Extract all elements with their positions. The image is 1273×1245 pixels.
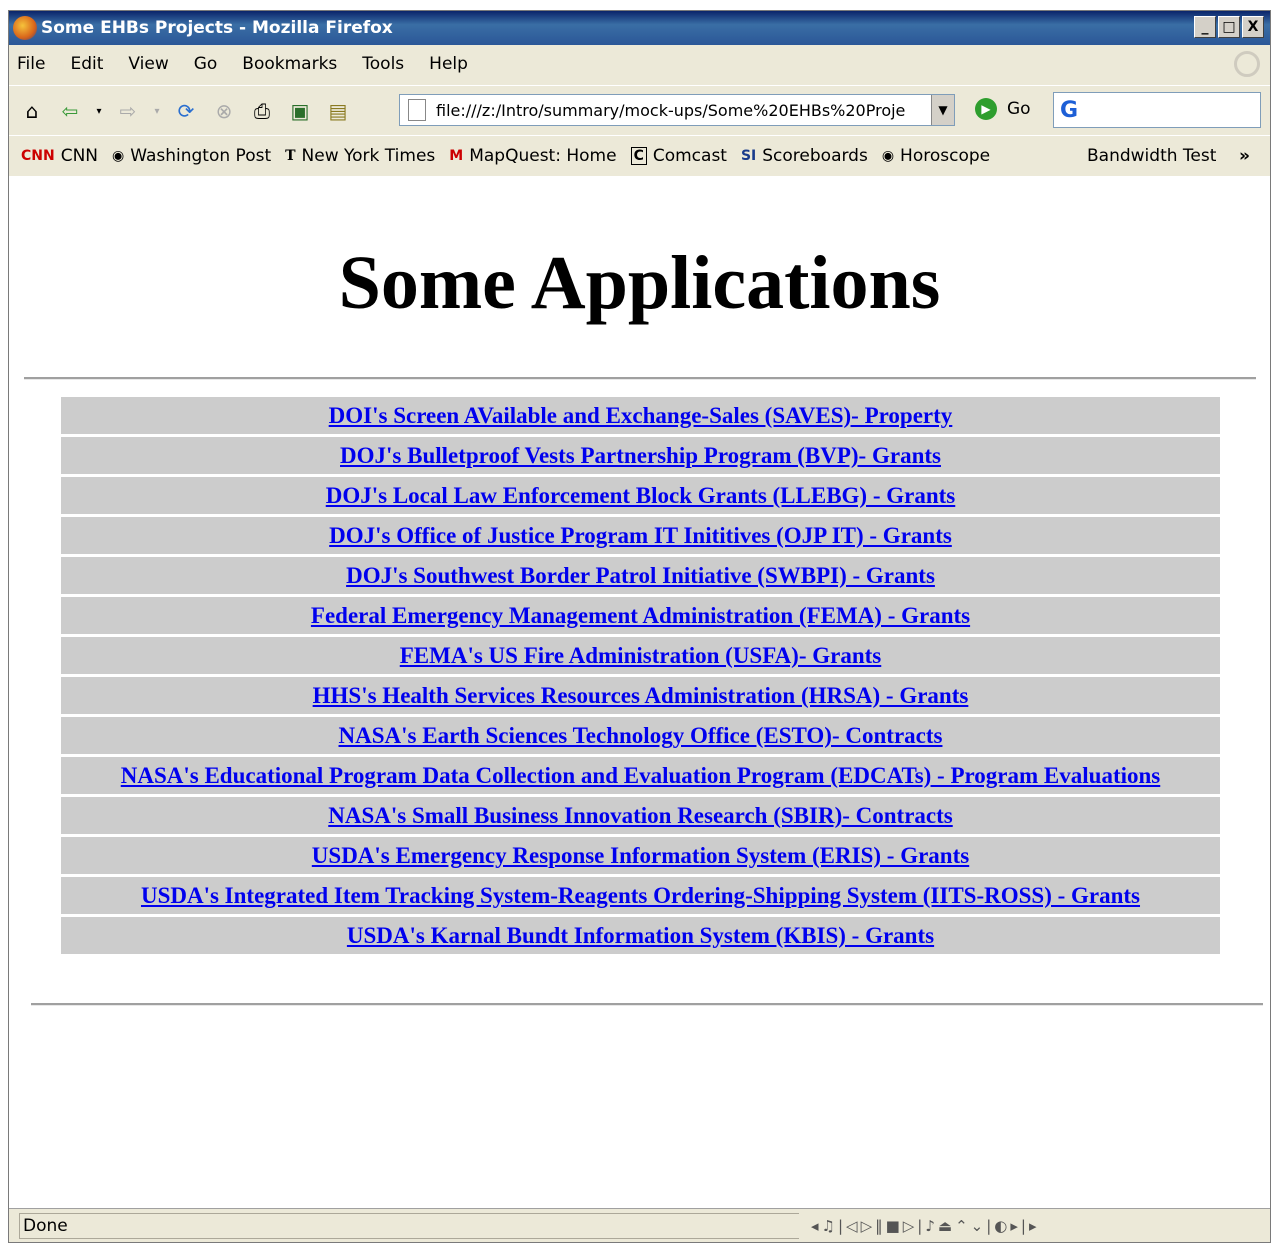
go-button[interactable]: ▶ Go [975, 98, 1031, 120]
application-link[interactable]: DOI's Screen AVailable and Exchange-Sale… [329, 403, 953, 429]
download-icon[interactable]: ▤ [323, 96, 353, 126]
bookmark-cnn[interactable]: CNN CNN [21, 146, 98, 166]
list-item: DOJ's Office of Justice Program IT Initi… [61, 517, 1220, 554]
application-link[interactable]: NASA's Earth Sciences Technology Office … [339, 723, 943, 749]
list-item: DOJ's Local Law Enforcement Block Grants… [61, 477, 1220, 514]
menu-bookmarks[interactable]: Bookmarks [242, 54, 337, 74]
bookmark-mapquest[interactable]: M MapQuest: Home [449, 146, 616, 166]
browser-window: Some EHBs Projects - Mozilla Firefox _ □… [8, 10, 1271, 1243]
applications-list: DOI's Screen AVailable and Exchange-Sale… [61, 397, 1220, 957]
application-link[interactable]: FEMA's US Fire Administration (USFA)- Gr… [400, 643, 882, 669]
list-item: DOJ's Southwest Border Patrol Initiative… [61, 557, 1220, 594]
list-item: NASA's Small Business Innovation Researc… [61, 797, 1220, 834]
window-controls: _ □ X [1194, 16, 1264, 38]
menu-file[interactable]: File [17, 54, 45, 74]
home-icon[interactable]: ⌂ [17, 96, 47, 126]
forward-icon[interactable]: ⇨ [113, 96, 143, 126]
chevron-right-icon[interactable]: » [1239, 146, 1250, 166]
address-bar[interactable]: file:///z:/Intro/summary/mock-ups/Some%2… [399, 94, 955, 126]
forward-dropdown-icon[interactable]: ▾ [151, 96, 163, 126]
go-arrow-icon: ▶ [975, 98, 997, 120]
list-item: USDA's Emergency Response Information Sy… [61, 837, 1220, 874]
nyt-icon: T [285, 148, 296, 164]
list-item: NASA's Educational Program Data Collecti… [61, 757, 1220, 794]
title-bar: Some EHBs Projects - Mozilla Firefox _ □… [9, 11, 1270, 45]
application-link[interactable]: DOJ's Bulletproof Vests Partnership Prog… [340, 443, 941, 469]
menu-view[interactable]: View [128, 54, 168, 74]
page-content: Some Applications DOI's Screen AVailable… [9, 176, 1270, 1210]
firefox-icon [13, 16, 37, 40]
new-tab-icon[interactable]: ▣ [285, 96, 315, 126]
application-link[interactable]: USDA's Integrated Item Tracking System-R… [141, 883, 1140, 909]
application-link[interactable]: USDA's Emergency Response Information Sy… [312, 843, 969, 869]
page-title: Some Applications [338, 241, 941, 325]
list-item: NASA's Earth Sciences Technology Office … [61, 717, 1220, 754]
status-bar: Done ◂♫|◁▷‖■▷|♪⏏⌃⌄|◐▸|▸ [9, 1208, 1270, 1242]
application-link[interactable]: Federal Emergency Management Administrat… [311, 603, 970, 629]
url-dropdown-icon[interactable]: ▼ [931, 95, 954, 125]
cnn-icon: CNN [21, 148, 55, 164]
application-link[interactable]: USDA's Karnal Bundt Information System (… [347, 923, 934, 949]
bookmark-scoreboards[interactable]: SI Scoreboards [741, 146, 868, 166]
back-icon[interactable]: ⇦ [55, 96, 85, 126]
list-item: DOJ's Bulletproof Vests Partnership Prog… [61, 437, 1220, 474]
mapquest-icon: M [449, 148, 464, 164]
window-title: Some EHBs Projects - Mozilla Firefox [41, 18, 393, 38]
google-icon: G [1060, 97, 1079, 123]
bookmark-bandwidth-test[interactable]: Bandwidth Test [1087, 146, 1216, 166]
url-text: file:///z:/Intro/summary/mock-ups/Some%2… [436, 100, 906, 120]
menu-tools[interactable]: Tools [362, 54, 404, 74]
list-item: Federal Emergency Management Administrat… [61, 597, 1220, 634]
navigation-toolbar: ⌂ ⇦ ▾ ⇨ ▾ ⟳ ⊗ ⎙ ▣ ▤ file:///z:/Intro/sum… [9, 85, 1270, 136]
globe-icon: ◉ [881, 148, 895, 164]
globe-icon: ◉ [112, 148, 125, 164]
stop-icon[interactable]: ⊗ [209, 96, 239, 126]
menu-go[interactable]: Go [194, 54, 218, 74]
list-item: USDA's Karnal Bundt Information System (… [61, 917, 1220, 954]
application-link[interactable]: DOJ's Southwest Border Patrol Initiative… [346, 563, 935, 589]
search-box[interactable]: G [1053, 92, 1261, 128]
reload-icon[interactable]: ⟳ [171, 96, 201, 126]
application-link[interactable]: NASA's Educational Program Data Collecti… [121, 763, 1161, 789]
list-item: FEMA's US Fire Administration (USFA)- Gr… [61, 637, 1220, 674]
menu-bar: File Edit View Go Bookmarks Tools Help [9, 45, 1270, 83]
page-icon [408, 99, 426, 121]
bookmarks-toolbar: CNN CNN ◉ Washington Post T New York Tim… [9, 135, 1270, 177]
go-label: Go [1007, 99, 1031, 119]
menu-edit[interactable]: Edit [70, 54, 103, 74]
list-item: HHS's Health Services Resources Administ… [61, 677, 1220, 714]
divider [24, 377, 1256, 380]
bookmark-new-york-times[interactable]: T New York Times [285, 146, 435, 166]
media-controls-icon[interactable]: ◂♫|◁▷‖■▷|♪⏏⌃⌄|◐▸|▸ [811, 1217, 1040, 1235]
minimize-button[interactable]: _ [1194, 16, 1216, 38]
si-icon: SI [740, 148, 757, 164]
bookmark-comcast[interactable]: C Comcast [630, 146, 727, 166]
status-text: Done [19, 1212, 799, 1239]
application-link[interactable]: NASA's Small Business Innovation Researc… [328, 803, 952, 829]
comcast-icon: C [630, 147, 647, 165]
print-icon[interactable]: ⎙ [247, 96, 277, 126]
throbber-icon [1234, 51, 1260, 77]
application-link[interactable]: HHS's Health Services Resources Administ… [313, 683, 969, 709]
close-button[interactable]: X [1242, 16, 1264, 38]
bookmark-horoscope[interactable]: ◉ Horoscope [882, 146, 990, 166]
back-dropdown-icon[interactable]: ▾ [93, 96, 105, 126]
application-link[interactable]: DOJ's Local Law Enforcement Block Grants… [326, 483, 956, 509]
list-item: USDA's Integrated Item Tracking System-R… [61, 877, 1220, 914]
list-item: DOI's Screen AVailable and Exchange-Sale… [61, 397, 1220, 434]
maximize-button[interactable]: □ [1218, 16, 1240, 38]
menu-help[interactable]: Help [429, 54, 468, 74]
divider [31, 1003, 1263, 1006]
application-link[interactable]: DOJ's Office of Justice Program IT Initi… [329, 523, 952, 549]
bookmark-washington-post[interactable]: ◉ Washington Post [112, 146, 271, 166]
